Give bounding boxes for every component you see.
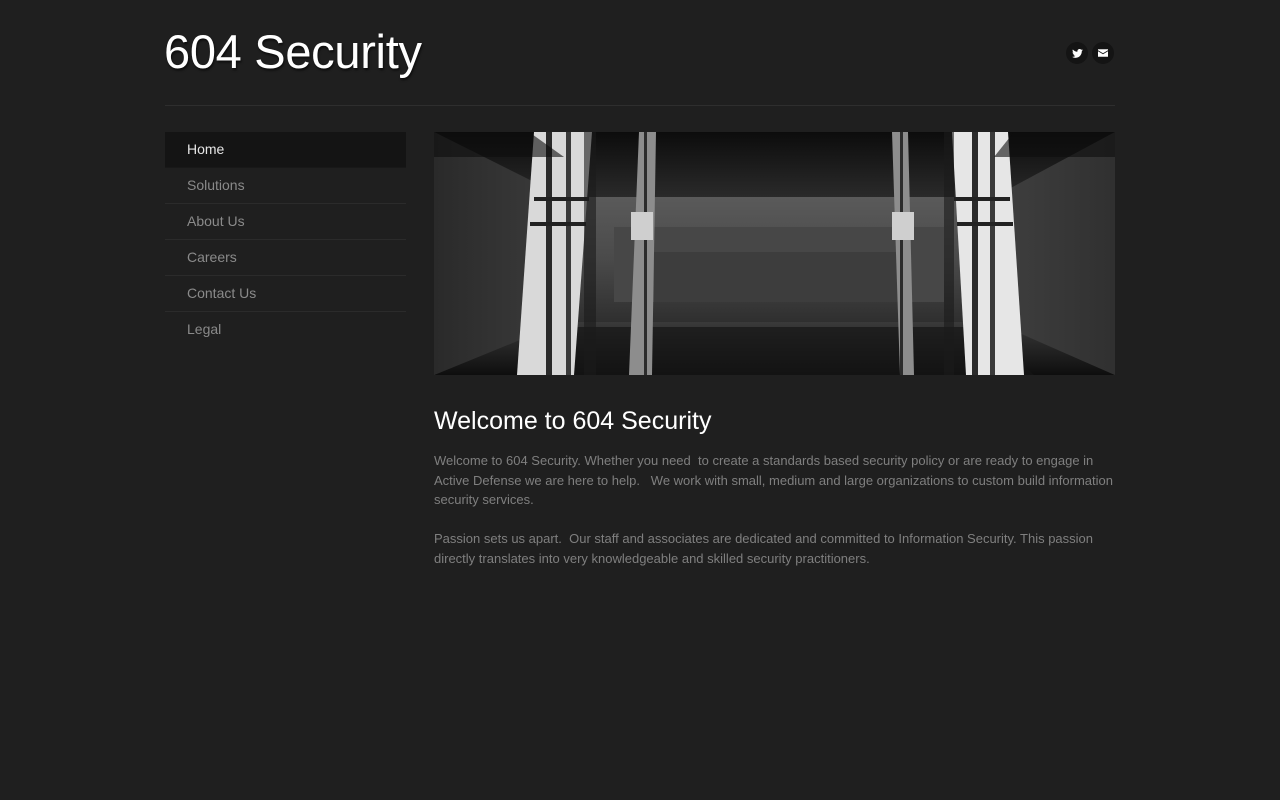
- nav-item-solutions[interactable]: Solutions: [165, 168, 406, 204]
- sidebar-nav: Home Solutions About Us Careers Contact …: [165, 132, 406, 347]
- header-divider: [165, 105, 1115, 106]
- twitter-button[interactable]: [1066, 42, 1088, 64]
- passion-paragraph: Passion sets us apart. Our staff and ass…: [434, 531, 1097, 566]
- nav-item-about-us[interactable]: About Us: [165, 204, 406, 240]
- hero-image: [434, 132, 1115, 375]
- email-button[interactable]: [1092, 42, 1114, 64]
- page-heading: Welcome to 604 Security: [434, 407, 712, 435]
- hero-corridor-illustration: [434, 132, 1115, 375]
- twitter-icon: [1071, 48, 1083, 58]
- email-icon: [1098, 49, 1108, 57]
- page: 604 Security Home Solutions About Us Car…: [0, 0, 1280, 800]
- nav-item-contact-us[interactable]: Contact Us: [165, 276, 406, 312]
- social-links: [1066, 42, 1114, 64]
- nav-item-legal[interactable]: Legal: [165, 312, 406, 347]
- site-title[interactable]: 604 Security: [164, 24, 422, 80]
- intro-paragraph: Welcome to 604 Security. Whether you nee…: [434, 453, 1117, 507]
- nav-item-careers[interactable]: Careers: [165, 240, 406, 276]
- nav-item-home[interactable]: Home: [165, 132, 406, 168]
